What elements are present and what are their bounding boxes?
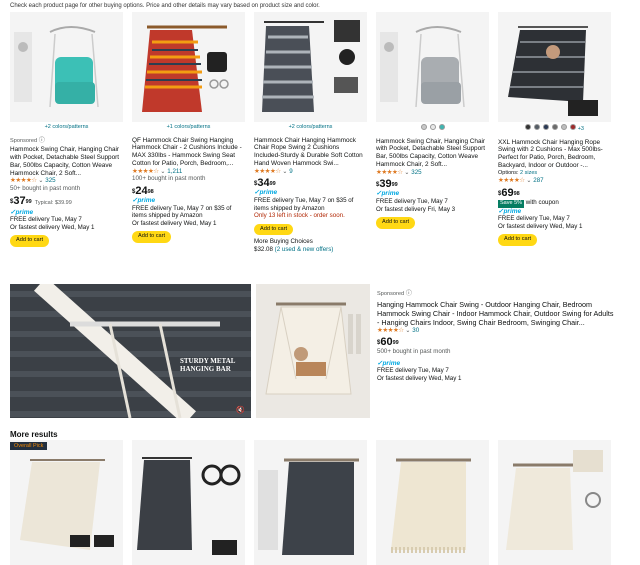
color-swatch[interactable] (429, 124, 436, 130)
featured-product: Sponsored ⓘ Hanging Hammock Chair Swing … (377, 290, 617, 383)
product-image[interactable] (376, 12, 489, 122)
color-swatch[interactable] (438, 124, 445, 130)
bought-count: 50+ bought in past month (10, 184, 81, 192)
featured-image[interactable] (256, 284, 370, 418)
bought-count: 500+ bought in past month (377, 348, 451, 356)
more-buying-choices: More Buying Choices (254, 238, 313, 246)
typical-price: Typical: $39.99 (34, 199, 72, 206)
price[interactable]: $3799 Typical: $39.99 (10, 195, 123, 209)
product-title[interactable]: Hammock Swing Chair, Hanging Chair with … (376, 138, 489, 169)
review-count[interactable]: 287 (533, 177, 543, 184)
product-image[interactable] (254, 440, 367, 565)
delivery-info: FREE delivery Tue, May 7 (10, 216, 82, 224)
rating-stars[interactable]: ★★★★☆ (132, 168, 159, 175)
price[interactable]: $2498 (132, 185, 245, 197)
product-title[interactable]: Hammock Chair Hanging Hammock Chair Rope… (254, 137, 367, 168)
prime-badge: ✓prime (498, 207, 522, 215)
delivery-info: FREE delivery Tue, May 7 (498, 215, 570, 223)
product-image[interactable] (376, 440, 489, 565)
prime-badge: ✓prime (376, 190, 400, 198)
review-count[interactable]: 325 (411, 169, 421, 176)
color-swatch[interactable] (560, 124, 567, 130)
mute-icon[interactable]: 🔇 (236, 406, 245, 414)
options-label: Options: (498, 169, 519, 176)
fastest-delivery: Or fastest delivery Wed, May 1 (132, 219, 217, 227)
product-image[interactable] (10, 440, 123, 565)
color-swatch[interactable] (533, 124, 540, 130)
more-results-heading: More results (10, 430, 58, 439)
info-icon[interactable]: ⓘ (406, 290, 412, 297)
overall-pick-badge: Overall Pick (10, 442, 48, 450)
review-count[interactable]: 325 (45, 177, 55, 184)
rating-stars[interactable]: ★★★★☆ (376, 169, 403, 176)
price[interactable]: $6099 (377, 336, 617, 348)
options-link[interactable]: 2 sizes (520, 170, 537, 176)
prime-badge: ✓prime (377, 359, 401, 367)
sponsored-label: Sponsored (377, 291, 405, 297)
rating-stars[interactable]: ★★★★☆ (498, 177, 525, 184)
colors-link[interactable]: +2 colors/patterns (254, 124, 367, 132)
colors-link[interactable]: +1 colors/patterns (132, 124, 245, 132)
rating-stars[interactable]: ★★★★☆ (377, 327, 404, 334)
color-swatch[interactable] (542, 124, 549, 130)
add-to-cart-button[interactable]: Add to cart (376, 217, 416, 229)
color-swatch[interactable] (569, 124, 576, 130)
product-title[interactable]: XXL Hammock Chair Hanging Rope Swing wit… (498, 139, 611, 170)
stock-warning: Only 13 left in stock - order soon. (254, 212, 345, 220)
add-to-cart-button[interactable]: Add to cart (132, 231, 172, 243)
prime-badge: ✓prime (132, 196, 156, 204)
prime-badge: ✓prime (254, 189, 278, 197)
product-title[interactable]: Hammock Swing Chair, Hanging Chair with … (10, 146, 123, 177)
fastest-delivery: Or fastest delivery Wed, May 1 (10, 223, 95, 231)
rating-stars[interactable]: ★★★★☆ (10, 177, 37, 184)
add-to-cart-button[interactable]: Add to cart (254, 223, 294, 236)
sponsored-label: Sponsored (10, 137, 38, 144)
product-title[interactable]: QF Hammock Chair Swing Hanging Hammock C… (132, 137, 245, 168)
product-image[interactable] (498, 440, 611, 565)
product-image[interactable] (254, 12, 367, 122)
price[interactable]: $3499 (254, 177, 367, 189)
product-title[interactable]: Hanging Hammock Chair Swing - Outdoor Ha… (377, 300, 617, 327)
used-price: $32.08 (254, 245, 273, 253)
fastest-delivery: Or fastest delivery Wed, May 1 (377, 374, 462, 382)
coupon-text: with coupon (525, 198, 559, 206)
color-swatches[interactable]: +3 (498, 124, 611, 134)
offers-link[interactable]: (2 used & new offers) (275, 246, 334, 253)
add-to-cart-button[interactable]: Add to cart (498, 234, 538, 246)
prime-badge: ✓prime (10, 208, 34, 216)
delivery-info: FREE delivery Tue, May 7 (376, 197, 448, 205)
bought-count: 100+ bought in past month (132, 175, 206, 183)
price[interactable]: $3999 (376, 178, 489, 190)
add-to-cart-button[interactable]: Add to cart (10, 235, 50, 247)
product-video[interactable]: STURDY METAL HANGING BAR 🔇 (10, 284, 251, 418)
color-swatch[interactable] (524, 124, 531, 130)
review-count[interactable]: 9 (289, 168, 292, 175)
coupon-badge[interactable]: Save 5% (498, 199, 525, 208)
rating-stars[interactable]: ★★★★☆ (254, 168, 281, 175)
review-count[interactable]: 30 (412, 327, 419, 334)
product-image[interactable] (498, 12, 611, 122)
colors-link[interactable]: +2 colors/patterns (10, 124, 123, 132)
color-swatches[interactable] (376, 124, 489, 133)
delivery-info: FREE delivery Tue, May 7 (377, 367, 449, 375)
video-banner: STURDY METAL HANGING BAR (180, 357, 236, 373)
color-swatch[interactable] (551, 124, 558, 130)
results-notice: Check each product page for other buying… (10, 3, 320, 9)
review-count[interactable]: 1,211 (167, 168, 182, 175)
product-image[interactable] (10, 12, 123, 122)
color-swatch[interactable] (420, 124, 427, 130)
fastest-delivery: Or fastest delivery Wed, May 1 (498, 222, 583, 230)
delivery-info: FREE delivery Tue, May 7 on $35 of items… (132, 204, 232, 220)
delivery-info: FREE delivery Tue, May 7 on $35 of items… (254, 196, 354, 212)
info-icon[interactable]: ⓘ (39, 137, 45, 144)
price[interactable]: $6998 (498, 187, 611, 199)
product-image[interactable] (132, 440, 245, 565)
product-image[interactable] (132, 12, 245, 122)
fastest-delivery: Or fastest delivery Fri, May 3 (376, 205, 456, 213)
